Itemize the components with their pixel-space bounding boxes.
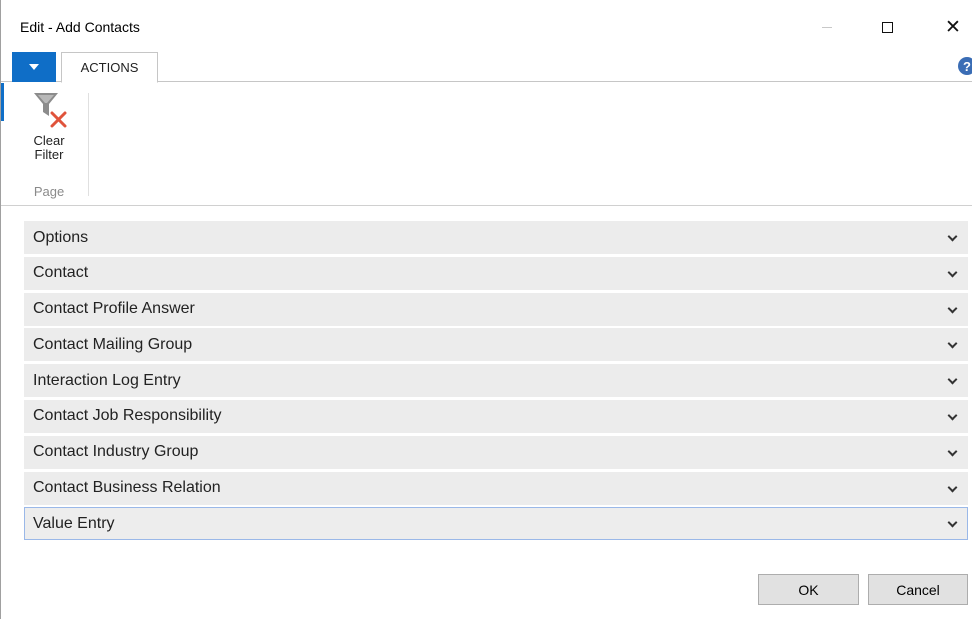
chevron-down-icon[interactable] — [947, 410, 958, 421]
fasttab-contact-mailing-group[interactable]: Contact Mailing Group — [24, 328, 968, 362]
chevron-down-icon[interactable] — [947, 517, 958, 528]
maximize-icon — [881, 21, 893, 33]
chevron-down-icon[interactable] — [947, 446, 958, 457]
fasttab-label: Contact Mailing Group — [33, 335, 193, 353]
ribbon-content: Clear Filter Page — [1, 83, 972, 206]
fasttab-label: Options — [33, 228, 89, 246]
fasttab-contact-job-responsibility[interactable]: Contact Job Responsibility — [24, 399, 968, 433]
caret-down-icon — [29, 64, 39, 70]
fasttab-contact[interactable]: Contact — [24, 256, 968, 290]
fasttab-contact-profile-answer[interactable]: Contact Profile Answer — [24, 292, 968, 326]
ribbon-group-page-label: Page — [33, 184, 65, 199]
chevron-down-icon[interactable] — [947, 374, 958, 385]
help-icon[interactable]: ? — [958, 57, 972, 75]
clear-filter-label-line1: Clear — [33, 133, 65, 148]
fasttab-contact-business-relation[interactable]: Contact Business Relation — [24, 471, 968, 505]
maximize-button[interactable] — [867, 12, 907, 42]
fasttab-interaction-log-entry[interactable]: Interaction Log Entry — [24, 364, 968, 398]
chevron-down-icon[interactable] — [947, 338, 958, 349]
title-bar: Edit - Add Contacts ✕ — [1, 8, 972, 42]
tab-actions[interactable]: ACTIONS — [61, 52, 158, 83]
close-button[interactable]: ✕ — [933, 12, 972, 42]
clear-filter-label: Clear Filter — [24, 134, 74, 162]
fasttab-options[interactable]: Options — [24, 221, 968, 254]
close-icon: ✕ — [945, 15, 961, 38]
fasttab-label: Contact Profile Answer — [33, 300, 195, 318]
minimize-icon — [822, 26, 832, 28]
application-menu-button[interactable] — [12, 52, 56, 82]
fasttab-label: Contact Job Responsibility — [33, 407, 222, 425]
fasttab-label: Interaction Log Entry — [33, 371, 181, 389]
fasttab-list: Options Contact Contact Profile Answer Cont… — [24, 221, 968, 543]
clear-filter-label-line2: Filter — [34, 147, 64, 162]
fasttab-value-entry[interactable]: Value Entry — [24, 507, 968, 541]
chevron-down-icon[interactable] — [947, 482, 958, 493]
dialog-window: Edit - Add Contacts ✕ ACTIONS ? Clear Fi… — [0, 0, 972, 619]
clear-filter-button[interactable]: Clear Filter — [24, 89, 74, 162]
fasttab-label: Contact — [33, 264, 89, 282]
clear-filter-icon — [29, 89, 69, 129]
fasttab-label: Contact Business Relation — [33, 479, 221, 497]
minimize-button[interactable] — [807, 12, 847, 42]
fasttab-label: Value Entry — [33, 514, 115, 532]
ribbon-tab-row: ACTIONS ? — [1, 48, 972, 83]
ribbon-group-separator — [88, 93, 89, 196]
chevron-down-icon[interactable] — [947, 303, 958, 314]
chevron-down-icon[interactable] — [947, 267, 958, 278]
ok-button[interactable]: OK — [758, 574, 859, 605]
cancel-button[interactable]: Cancel — [868, 574, 968, 605]
fasttab-label: Contact Industry Group — [33, 443, 199, 461]
chevron-down-icon[interactable] — [947, 231, 958, 242]
fasttab-contact-industry-group[interactable]: Contact Industry Group — [24, 435, 968, 469]
window-title: Edit - Add Contacts — [20, 19, 140, 35]
